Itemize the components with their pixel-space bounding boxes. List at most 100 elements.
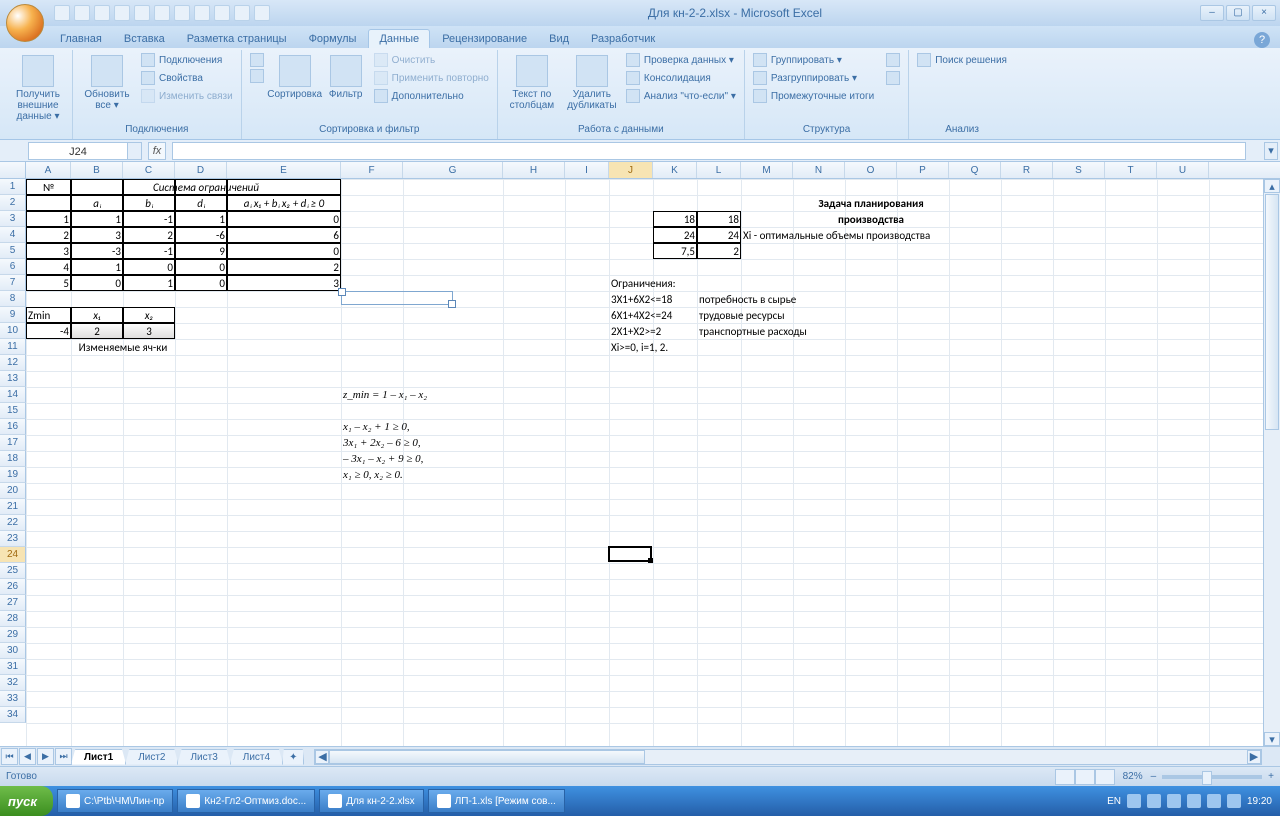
taskbar-item[interactable]: C:\Ptb\ЧМ\Лин-пр [57, 789, 173, 813]
row-header[interactable]: 30 [0, 643, 26, 659]
cell[interactable]: 3 [227, 275, 341, 291]
row-header[interactable]: 31 [0, 659, 26, 675]
qat-sortdesc-icon[interactable] [194, 5, 210, 21]
cell[interactable]: z_min = 1 – x₁ – x₂ [341, 387, 403, 403]
tab-разметка страницы[interactable]: Разметка страницы [177, 30, 297, 48]
cell[interactable]: транспортные расходы [697, 323, 897, 339]
row-header[interactable]: 32 [0, 675, 26, 691]
cell[interactable]: 2 [697, 243, 741, 259]
row-header[interactable]: 22 [0, 515, 26, 531]
cell[interactable]: 24 [653, 227, 697, 243]
solver-button[interactable]: Поиск решения [915, 52, 1009, 68]
row-header[interactable]: 14 [0, 387, 26, 403]
cell[interactable]: Ограничения: [609, 275, 741, 291]
reapply-button[interactable]: Применить повторно [372, 70, 491, 86]
cell[interactable]: x₁ [71, 307, 123, 323]
new-sheet-button[interactable]: ✦ [282, 749, 304, 765]
data-validation-button[interactable]: Проверка данных ▾ [624, 52, 738, 68]
connections-button[interactable]: Подключения [139, 52, 235, 68]
row-header[interactable]: 26 [0, 579, 26, 595]
row-header[interactable]: 12 [0, 355, 26, 371]
minimize-button[interactable]: – [1200, 5, 1224, 21]
consolidate-button[interactable]: Консолидация [624, 70, 738, 86]
sort-desc-button[interactable] [248, 68, 266, 84]
qat-new-icon[interactable] [134, 5, 150, 21]
scroll-thumb[interactable] [1265, 194, 1279, 430]
row-header[interactable]: 1 [0, 179, 26, 195]
column-header[interactable]: F [341, 162, 403, 178]
row-header[interactable]: 28 [0, 611, 26, 627]
tab-вид[interactable]: Вид [539, 30, 579, 48]
row-header[interactable]: 29 [0, 627, 26, 643]
hide-detail-button[interactable] [884, 70, 902, 86]
row-header[interactable]: 15 [0, 403, 26, 419]
column-header[interactable]: A [26, 162, 71, 178]
column-header[interactable]: O [845, 162, 897, 178]
zoom-slider[interactable] [1162, 775, 1262, 779]
sheet-nav-next[interactable]: ▶ [37, 748, 54, 765]
help-icon[interactable]: ? [1254, 32, 1270, 48]
column-header[interactable]: B [71, 162, 123, 178]
cell[interactable]: 1 [71, 259, 123, 275]
sheet-nav-last[interactable]: ⏭ [55, 748, 72, 765]
sheet-tab[interactable]: Лист1 [71, 749, 126, 765]
row-header[interactable]: 5 [0, 243, 26, 259]
cell[interactable]: 6 [227, 227, 341, 243]
cell[interactable]: aᵢ [71, 195, 123, 211]
tray-icon[interactable] [1187, 794, 1201, 808]
row-header[interactable]: 27 [0, 595, 26, 611]
cell[interactable]: 3 [71, 227, 123, 243]
row-header[interactable]: 20 [0, 483, 26, 499]
cell[interactable]: 3 [123, 323, 175, 339]
remove-duplicates-button[interactable]: Удалить дубликаты [564, 52, 620, 114]
cell[interactable]: x₁ – x₂ + 1 ≥ 0, [341, 419, 403, 435]
tab-вставка[interactable]: Вставка [114, 30, 175, 48]
column-header[interactable]: M [741, 162, 793, 178]
view-pagelayout-button[interactable] [1075, 769, 1095, 785]
cell[interactable]: 0 [175, 259, 227, 275]
cell[interactable]: 4 [26, 259, 71, 275]
row-header[interactable]: 9 [0, 307, 26, 323]
qat-undo-icon[interactable] [74, 5, 90, 21]
cell[interactable]: 1 [26, 211, 71, 227]
cell[interactable]: -1 [123, 211, 175, 227]
column-header[interactable]: J [609, 162, 653, 178]
vertical-scrollbar[interactable]: ▴ ▾ [1263, 179, 1280, 746]
cell[interactable]: Xi - оптимальные объемы производства [741, 227, 1001, 243]
column-header[interactable]: S [1053, 162, 1105, 178]
qat-open-icon[interactable] [114, 5, 130, 21]
clock[interactable]: 19:20 [1247, 796, 1272, 807]
row-header[interactable]: 13 [0, 371, 26, 387]
sort-asc-button[interactable] [248, 52, 266, 68]
cell[interactable]: aᵢ x₁ + bᵢ x₂ + dᵢ ≥ 0 [227, 195, 341, 211]
column-header[interactable]: N [793, 162, 845, 178]
cell[interactable]: dᵢ [175, 195, 227, 211]
show-detail-button[interactable] [884, 52, 902, 68]
column-header[interactable]: D [175, 162, 227, 178]
qat-icon[interactable] [214, 5, 230, 21]
row-header[interactable]: 24 [0, 547, 26, 563]
cell[interactable]: 2 [71, 323, 123, 339]
tray-icon[interactable] [1227, 794, 1241, 808]
cell[interactable]: Zmin [26, 307, 71, 323]
column-header[interactable]: P [897, 162, 949, 178]
formula-input[interactable] [172, 142, 1246, 160]
scroll-left-button[interactable]: ◀ [315, 750, 329, 764]
tab-разработчик[interactable]: Разработчик [581, 30, 665, 48]
tab-формулы[interactable]: Формулы [299, 30, 367, 48]
text-to-columns-button[interactable]: Текст по столбцам [504, 52, 560, 114]
view-normal-button[interactable] [1055, 769, 1075, 785]
filter-button[interactable]: Фильтр [324, 52, 368, 103]
cell[interactable]: 2 [123, 227, 175, 243]
tab-главная[interactable]: Главная [50, 30, 112, 48]
properties-button[interactable]: Свойства [139, 70, 235, 86]
row-header[interactable]: 4 [0, 227, 26, 243]
zoom-in-button[interactable]: + [1268, 771, 1274, 782]
language-indicator[interactable]: EN [1107, 796, 1121, 807]
zoom-level[interactable]: 82% [1123, 771, 1143, 782]
row-header[interactable]: 8 [0, 291, 26, 307]
row-header[interactable]: 34 [0, 707, 26, 723]
qat-print-icon[interactable] [154, 5, 170, 21]
row-header[interactable]: 16 [0, 419, 26, 435]
row-header[interactable]: 7 [0, 275, 26, 291]
